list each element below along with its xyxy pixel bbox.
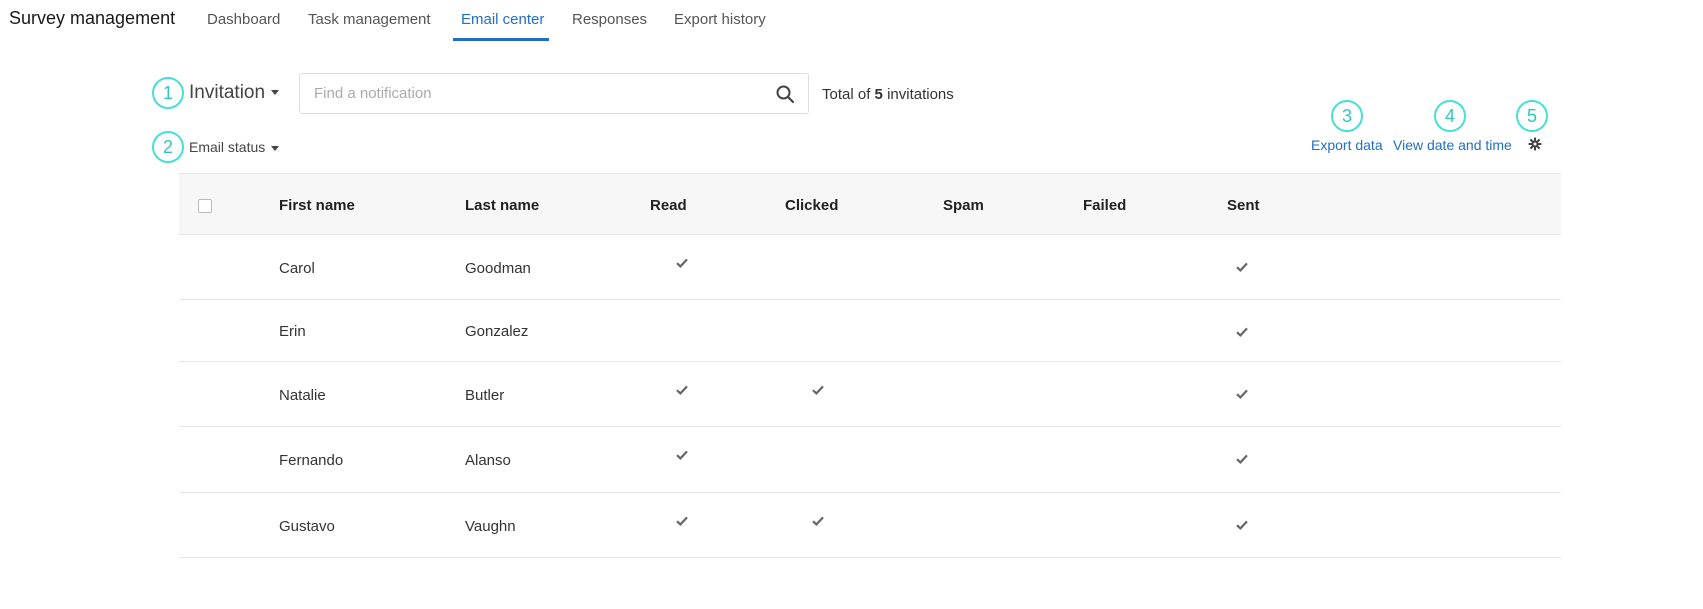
cell-first-name: Fernando [279, 452, 344, 469]
cell-first-name: Carol [279, 260, 315, 277]
header-spam[interactable]: Spam [943, 197, 984, 214]
select-all-checkbox[interactable] [198, 199, 212, 213]
tab-task-management[interactable]: Task management [308, 11, 431, 28]
export-data-link[interactable]: Export data [1311, 137, 1383, 153]
total-count: 5 [874, 86, 883, 103]
tab-email-center[interactable]: Email center [461, 11, 544, 28]
callout-marker-4: 4 [1434, 100, 1466, 132]
search-icon[interactable] [775, 84, 795, 104]
checkmark-icon-sent [1236, 327, 1248, 337]
checkmark-icon-clicked [812, 385, 824, 395]
caret-down-icon [271, 145, 280, 151]
tab-responses[interactable]: Responses [572, 11, 647, 28]
table-row[interactable]: Erin Gonzalez [179, 300, 1561, 362]
cell-first-name: Erin [279, 323, 306, 340]
tab-export-history[interactable]: Export history [674, 11, 766, 28]
cell-first-name: Natalie [279, 387, 326, 404]
header-read[interactable]: Read [650, 197, 687, 214]
checkmark-icon-sent [1236, 454, 1248, 464]
table-row[interactable]: Carol Goodman [179, 235, 1561, 300]
table-row[interactable]: Fernando Alanso [179, 427, 1561, 493]
checkmark-icon-clicked [812, 516, 824, 526]
cell-last-name: Alanso [465, 452, 511, 469]
header-last-name[interactable]: Last name [465, 197, 539, 214]
gear-icon[interactable] [1528, 137, 1542, 151]
caret-down-icon [271, 90, 280, 96]
checkmark-icon-read [676, 450, 688, 460]
search-input[interactable] [314, 74, 754, 113]
checkmark-icon-sent [1236, 389, 1248, 399]
header-failed[interactable]: Failed [1083, 197, 1126, 214]
table-row[interactable]: Gustavo Vaughn [179, 493, 1561, 558]
search-box[interactable] [299, 73, 809, 114]
checkmark-icon-read [676, 258, 688, 268]
cell-first-name: Gustavo [279, 518, 335, 535]
top-navigation: Survey management Dashboard Task managem… [0, 0, 1703, 46]
cell-last-name: Butler [465, 387, 505, 404]
header-clicked[interactable]: Clicked [785, 197, 838, 214]
view-date-time-link[interactable]: View date and time [1393, 137, 1512, 153]
email-status-label: Email status [189, 139, 266, 155]
checkmark-icon-read [676, 385, 688, 395]
cell-last-name: Gonzalez [465, 323, 529, 340]
callout-marker-5: 5 [1516, 100, 1548, 132]
checkmark-icon-read [676, 516, 688, 526]
cell-last-name: Vaughn [465, 518, 516, 535]
tab-dashboard[interactable]: Dashboard [207, 11, 280, 28]
callout-marker-1: 1 [152, 77, 184, 109]
checkmark-icon-sent [1236, 262, 1248, 272]
checkmark-icon-sent [1236, 520, 1248, 530]
callout-marker-2: 2 [152, 131, 184, 163]
total-prefix: Total of [822, 86, 871, 103]
app-title: Survey management [9, 8, 176, 28]
total-suffix: invitations [887, 86, 954, 103]
callout-marker-3: 3 [1331, 100, 1363, 132]
header-first-name[interactable]: First name [279, 197, 355, 214]
email-status-dropdown[interactable]: Email status [189, 139, 280, 155]
notification-type-label: Invitation [189, 82, 266, 103]
cell-last-name: Goodman [465, 260, 531, 277]
header-sent[interactable]: Sent [1227, 197, 1260, 214]
active-tab-indicator [453, 38, 549, 41]
table-row[interactable]: Natalie Butler [179, 362, 1561, 427]
table-header: First name Last name Read Clicked Spam F… [179, 173, 1561, 235]
notification-type-dropdown[interactable]: Invitation [189, 82, 280, 104]
total-count-text: Total of 5 invitations [822, 86, 954, 103]
